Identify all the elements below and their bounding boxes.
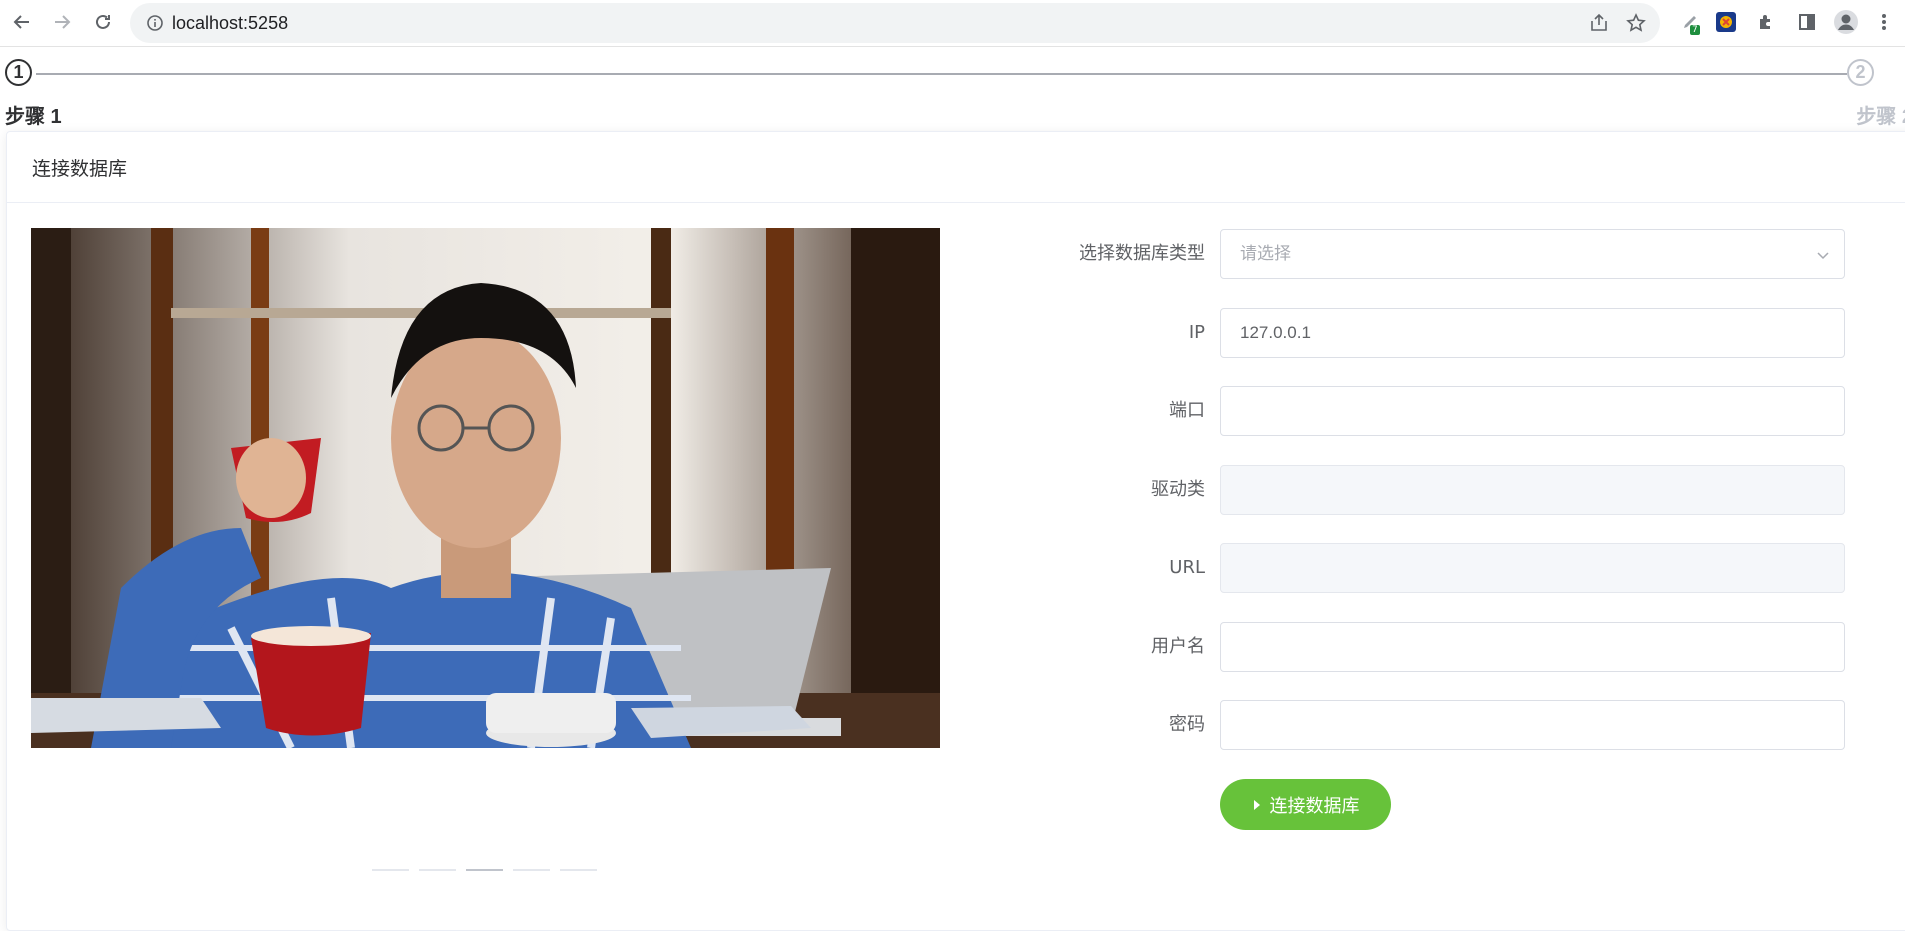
arrow-left-icon [13, 15, 29, 29]
star-icon[interactable] [1625, 12, 1647, 34]
address-bar[interactable]: localhost:5258 [130, 3, 1660, 43]
carousel-indicator[interactable] [372, 869, 409, 871]
extension-badge: 7 [1690, 25, 1700, 35]
port-input[interactable] [1220, 386, 1845, 436]
back-button[interactable] [8, 8, 36, 36]
carousel-indicator[interactable] [513, 869, 550, 871]
db-type-placeholder: 请选择 [1240, 244, 1291, 263]
reload-icon [96, 14, 110, 29]
step-2-title: 步骤 2 [1856, 106, 1905, 128]
password-label: 密码 [1169, 714, 1205, 735]
reload-button[interactable] [89, 8, 117, 36]
carousel-photo [31, 228, 940, 748]
db-type-label: 选择数据库类型 [1079, 243, 1205, 264]
connect-database-button[interactable]: 连接数据库 [1220, 779, 1391, 830]
url-text[interactable]: localhost:5258 [172, 13, 288, 34]
forward-button[interactable] [48, 8, 76, 36]
profile-icon [1834, 10, 1858, 34]
port-label: 端口 [1169, 400, 1205, 421]
form-row-username: 用户名 [1000, 622, 1845, 672]
ip-input[interactable]: 127.0.0.1 [1220, 308, 1845, 358]
form-row-driver: 驱动类 [1000, 465, 1845, 515]
form-row-url: URL [1000, 543, 1845, 593]
card-title: 连接数据库 [7, 132, 1905, 203]
globe-extension-icon [1716, 12, 1736, 32]
side-panel-button[interactable] [1793, 8, 1821, 36]
carousel-indicator[interactable] [560, 869, 597, 871]
browser-toolbar: localhost:5258 7 [0, 0, 1905, 47]
arrow-right-icon [55, 15, 71, 29]
carousel-indicators [372, 869, 597, 871]
form-row-port: 端口 [1000, 386, 1845, 436]
extensions-button[interactable] [1752, 8, 1780, 36]
driver-label: 驱动类 [1151, 479, 1205, 500]
image-carousel[interactable] [31, 228, 940, 748]
form-row-ip: IP 127.0.0.1 [1000, 308, 1845, 358]
extension-pen-button[interactable]: 7 [1676, 8, 1704, 36]
carousel-indicator[interactable] [419, 869, 456, 871]
url-label: URL [1169, 557, 1205, 578]
chevron-down-icon [1817, 252, 1829, 260]
username-input[interactable] [1220, 622, 1845, 672]
carousel-indicator-active[interactable] [466, 869, 503, 871]
extension-globe-button[interactable] [1712, 8, 1740, 36]
profile-button[interactable] [1832, 8, 1860, 36]
puzzle-icon [1760, 15, 1770, 29]
caret-right-icon [1253, 799, 1260, 810]
form-row-db-type: 选择数据库类型 请选择 [1000, 229, 1845, 279]
url-input [1220, 543, 1845, 593]
ip-label: IP [1188, 322, 1205, 343]
connect-database-button-label: 连接数据库 [1269, 795, 1360, 816]
step-1-title: 步骤 1 [5, 106, 62, 128]
info-icon[interactable] [146, 14, 164, 32]
driver-input [1220, 465, 1845, 515]
username-label: 用户名 [1151, 636, 1205, 657]
steps-connector-line [36, 73, 1847, 75]
password-input[interactable] [1220, 700, 1845, 750]
step-2-number: 2 [1847, 59, 1874, 86]
form-row-password: 密码 [1000, 700, 1845, 750]
browser-menu-button[interactable] [1870, 8, 1898, 36]
step-1-number: 1 [5, 59, 32, 86]
kebab-menu-icon [1882, 14, 1886, 30]
share-icon[interactable] [1588, 12, 1610, 34]
side-panel-icon [1799, 14, 1815, 30]
db-type-select[interactable]: 请选择 [1220, 229, 1845, 279]
